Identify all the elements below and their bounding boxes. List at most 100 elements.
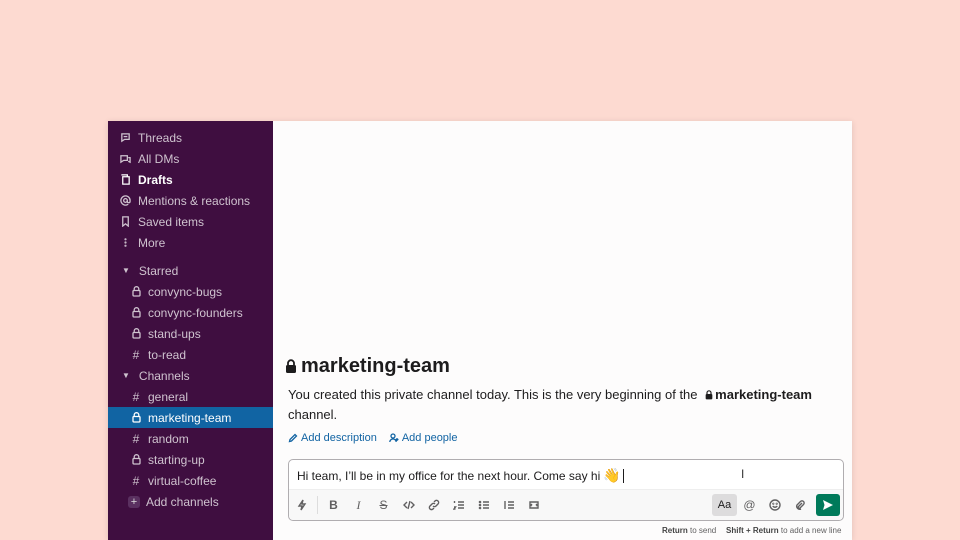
bold-button[interactable]: B: [321, 494, 346, 516]
sidebar-item-label: Threads: [138, 130, 183, 145]
blockquote-button[interactable]: [496, 494, 521, 516]
italic-button[interactable]: I: [346, 494, 371, 516]
sidebar-item-label: Drafts: [138, 172, 173, 187]
channel-item-label: virtual-coffee: [148, 473, 217, 488]
mention-icon: [120, 195, 131, 206]
italic-icon: I: [356, 497, 361, 512]
sidebar: Threads All DMs Drafts Mentions & reactions…: [108, 121, 273, 540]
send-hint: Return to send: [662, 526, 716, 535]
hash-icon: #: [132, 431, 140, 446]
channel-item-convync-founders[interactable]: convync-founders: [108, 302, 273, 323]
blockquote-icon: [503, 501, 514, 509]
sidebar-item-more[interactable]: More: [108, 232, 273, 253]
bulleted-list-button[interactable]: [471, 494, 496, 516]
sidebar-item-label: More: [138, 235, 166, 250]
shortcuts-button[interactable]: [289, 494, 314, 516]
send-hint-text: to send: [690, 526, 717, 535]
channel-item-label: marketing-team: [148, 410, 232, 425]
channel-item-virtual-coffee[interactable]: # virtual-coffee: [108, 470, 273, 491]
message-text: Hi team, I’ll be in my office for the ne…: [297, 468, 601, 483]
sidebar-item-label: Saved items: [138, 214, 205, 229]
add-description-label: Add description: [301, 432, 377, 444]
lock-icon: [130, 307, 142, 318]
starred-section-header[interactable]: ▼ Starred: [108, 260, 273, 281]
sidebar-item-label: All DMs: [138, 151, 180, 166]
caret-down-icon: ▼: [122, 371, 130, 380]
intro-text-end: channel.: [288, 407, 338, 422]
channel-title: marketing-team: [285, 355, 450, 378]
channel-main: marketing-team You created this private …: [273, 121, 852, 540]
channel-item-label: starting-up: [148, 452, 205, 467]
lightning-icon: [297, 499, 306, 511]
ibeam-cursor-icon: I: [741, 467, 745, 481]
newline-hint-text: to add a new line: [780, 526, 842, 535]
channel-intro: You created this private channel today. …: [288, 385, 828, 425]
channel-item-general[interactable]: # general: [108, 386, 273, 407]
add-people-link[interactable]: Add people: [388, 432, 458, 444]
smiley-icon: [768, 499, 781, 511]
lock-icon: [130, 454, 142, 465]
channel-item-to-read[interactable]: # to-read: [108, 344, 273, 365]
pencil-icon: [288, 433, 298, 443]
slack-window: Threads All DMs Drafts Mentions & reactions…: [108, 121, 852, 540]
sidebar-item-saved-items[interactable]: Saved items: [108, 211, 273, 232]
channel-item-stand-ups[interactable]: stand-ups: [108, 323, 273, 344]
add-channels-button[interactable]: + Add channels: [108, 491, 273, 512]
code-block-button[interactable]: [521, 494, 546, 516]
toolbar-divider: [317, 496, 318, 514]
at-icon: @: [743, 498, 756, 512]
sidebar-item-drafts[interactable]: Drafts: [108, 169, 273, 190]
intro-channel-name[interactable]: marketing-team: [715, 387, 812, 402]
bulleted-list-icon: [478, 500, 489, 510]
ordered-list-button[interactable]: [446, 494, 471, 516]
sidebar-item-label: Mentions & reactions: [138, 193, 251, 208]
link-button[interactable]: [421, 494, 446, 516]
send-button[interactable]: [816, 494, 840, 516]
channel-item-random[interactable]: # random: [108, 428, 273, 449]
emoji-button[interactable]: [762, 494, 787, 516]
format-toggle-button[interactable]: Aa: [712, 494, 737, 516]
wave-emoji: 👋: [603, 467, 621, 483]
plus-icon: +: [128, 495, 140, 508]
bold-icon: B: [329, 498, 338, 512]
ordered-list-icon: [452, 501, 464, 510]
channel-title-text: marketing-team: [301, 355, 450, 377]
add-channels-label: Add channels: [146, 494, 219, 509]
channel-item-label: to-read: [148, 347, 187, 362]
hash-icon: #: [132, 347, 140, 362]
channels-section-header[interactable]: ▼ Channels: [108, 365, 273, 386]
channel-item-label: random: [148, 431, 189, 446]
add-description-link[interactable]: Add description: [288, 432, 377, 444]
message-input[interactable]: Hi team, I’ll be in my office for the ne…: [297, 467, 624, 484]
channels-section-title: Channels: [138, 368, 190, 383]
channel-item-marketing-team[interactable]: marketing-team: [108, 407, 273, 428]
channel-actions: Add description Add people: [288, 432, 458, 444]
channel-item-convync-bugs[interactable]: convync-bugs: [108, 281, 273, 302]
code-icon: [402, 500, 415, 510]
intro-text: You created this private channel today. …: [288, 387, 698, 402]
channel-item-starting-up[interactable]: starting-up: [108, 449, 273, 470]
mention-button[interactable]: @: [737, 494, 762, 516]
hash-icon: #: [132, 473, 140, 488]
sidebar-item-threads[interactable]: Threads: [108, 127, 273, 148]
add-people-label: Add people: [401, 432, 458, 444]
lock-icon: [286, 359, 296, 373]
strikethrough-icon: S: [379, 498, 388, 512]
send-hint-key: Return: [662, 526, 688, 535]
lock-icon: [130, 328, 142, 339]
message-composer[interactable]: Hi team, I’ll be in my office for the ne…: [288, 459, 844, 521]
channel-item-label: convync-bugs: [148, 284, 223, 299]
strikethrough-button[interactable]: S: [371, 494, 396, 516]
newline-hint-key: Shift + Return: [726, 526, 779, 535]
starred-section-title: Starred: [138, 263, 179, 278]
composer-toolbar: B I S Aa @: [289, 489, 843, 520]
caret-down-icon: ▼: [122, 266, 130, 275]
send-icon: [823, 500, 833, 510]
threads-icon: [120, 132, 131, 143]
attach-button[interactable]: [787, 494, 812, 516]
sidebar-item-all-dms[interactable]: All DMs: [108, 148, 273, 169]
more-icon: [120, 237, 131, 248]
code-button[interactable]: [396, 494, 421, 516]
sidebar-item-mentions-reactions[interactable]: Mentions & reactions: [108, 190, 273, 211]
channel-item-label: stand-ups: [148, 326, 201, 341]
